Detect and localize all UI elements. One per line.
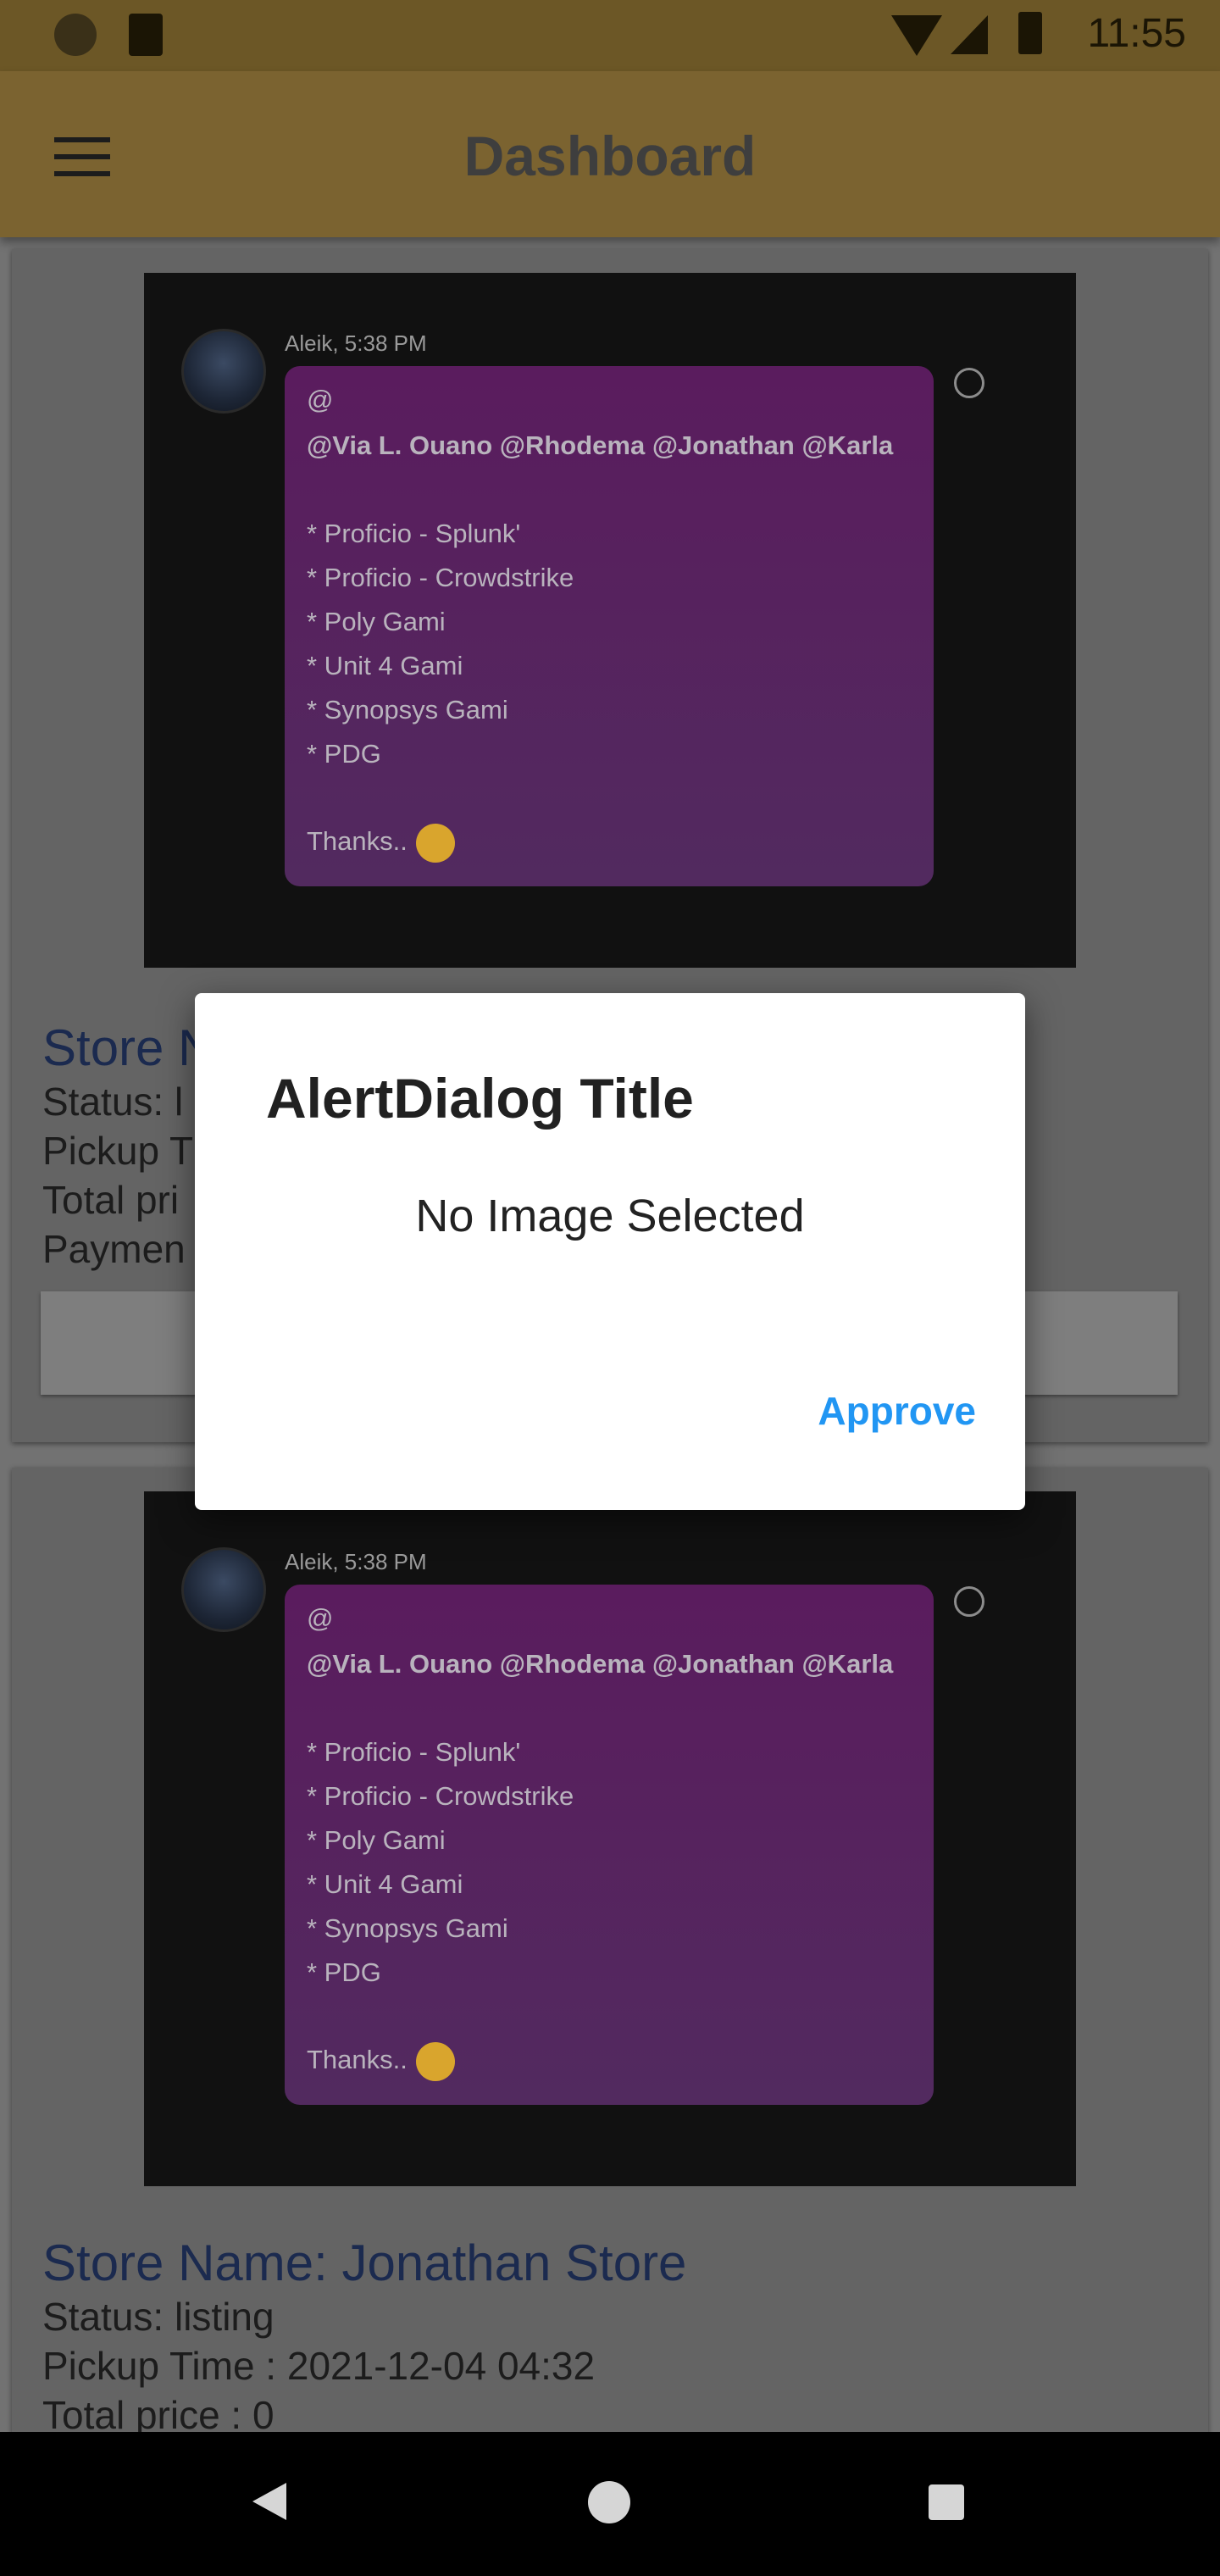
pickup-time: Pickup T: [42, 1129, 194, 1173]
back-icon[interactable]: [252, 2483, 286, 2520]
app-bar: Dashboard: [0, 71, 1220, 237]
approve-button[interactable]: Approve: [818, 1388, 976, 1434]
order-info: Store Name: Jonathan Store Status: listi…: [42, 2234, 686, 2440]
message-mentions: @Via L. Ouano @Rhodema @Jonathan @Karla: [307, 1649, 894, 1679]
sd-card-icon: [129, 14, 163, 56]
message-item: * Unit 4 Gami: [307, 1869, 463, 1899]
message-thanks: Thanks..: [307, 2042, 455, 2081]
wifi-icon: [891, 15, 942, 56]
order-status: Status: l: [42, 1080, 184, 1124]
dialog-title: AlertDialog Title: [266, 1067, 694, 1130]
message-at: @: [307, 1603, 334, 1633]
payment: Paymen: [42, 1227, 186, 1271]
home-icon[interactable]: [588, 2481, 630, 2523]
avatar: [181, 329, 266, 414]
message-item: * Unit 4 Gami: [307, 651, 463, 680]
pickup-time: Pickup Time : 2021-12-04 04:32: [42, 2344, 596, 2388]
clock: 11:55: [1087, 11, 1186, 56]
message-item: * Synopsys Gami: [307, 1913, 508, 1943]
message-thanks-text: Thanks..: [307, 826, 408, 857]
battery-icon: [1018, 12, 1042, 54]
message-item: * Proficio - Crowdstrike: [307, 1781, 574, 1811]
navigation-bar: [0, 2432, 1220, 2576]
avatar: [181, 1547, 266, 1632]
message-item: * Proficio - Splunk': [307, 1737, 521, 1767]
page-title: Dashboard: [463, 125, 757, 187]
order-info: Store N Status: l Pickup T Total pri Pay…: [42, 1019, 214, 1274]
message-at: @: [307, 385, 334, 414]
signal-icon: [951, 15, 988, 54]
message-item: * Synopsys Gami: [307, 695, 508, 724]
message-bubble: @ @Via L. Ouano @Rhodema @Jonathan @Karl…: [285, 366, 934, 886]
order-status: Status: listing: [42, 2295, 274, 2339]
message-meta: Aleik, 5:38 PM: [285, 330, 427, 356]
message-meta: Aleik, 5:38 PM: [285, 1549, 427, 1574]
message-item: * Proficio - Splunk': [307, 519, 521, 548]
smiley-icon: [954, 368, 984, 398]
app-notification-icon: [54, 14, 97, 56]
alert-dialog: AlertDialog Title No Image Selected Appr…: [195, 993, 1025, 1510]
smiley-icon: [954, 1586, 984, 1617]
message-mentions: @Via L. Ouano @Rhodema @Jonathan @Karla: [307, 430, 894, 460]
message-item: * PDG: [307, 1957, 381, 1987]
order-image: Aleik, 5:38 PM @ @Via L. Ouano @Rhodema …: [144, 273, 1076, 968]
store-name: Store N: [42, 1019, 215, 1076]
dialog-message: No Image Selected: [415, 1191, 805, 1241]
store-name: Store Name: Jonathan Store: [42, 2235, 687, 2291]
message-item: * Poly Gami: [307, 607, 446, 636]
wink-emoji-icon: [415, 2042, 455, 2081]
message-bubble: @ @Via L. Ouano @Rhodema @Jonathan @Karl…: [285, 1585, 934, 2105]
message-item: * PDG: [307, 739, 381, 769]
message-thanks: Thanks..: [307, 824, 455, 863]
wink-emoji-icon: [415, 824, 455, 863]
message-thanks-text: Thanks..: [307, 2045, 408, 2075]
order-card[interactable]: Aleik, 5:38 PM @ @Via L. Ouano @Rhodema …: [12, 1468, 1208, 2569]
status-bar: 11:55: [0, 0, 1220, 71]
message-item: * Poly Gami: [307, 1825, 446, 1855]
total-price: Total pri: [42, 1178, 180, 1222]
message-item: * Proficio - Crowdstrike: [307, 563, 574, 592]
recent-apps-icon[interactable]: [929, 2484, 964, 2520]
order-image: Aleik, 5:38 PM @ @Via L. Ouano @Rhodema …: [144, 1491, 1076, 2186]
